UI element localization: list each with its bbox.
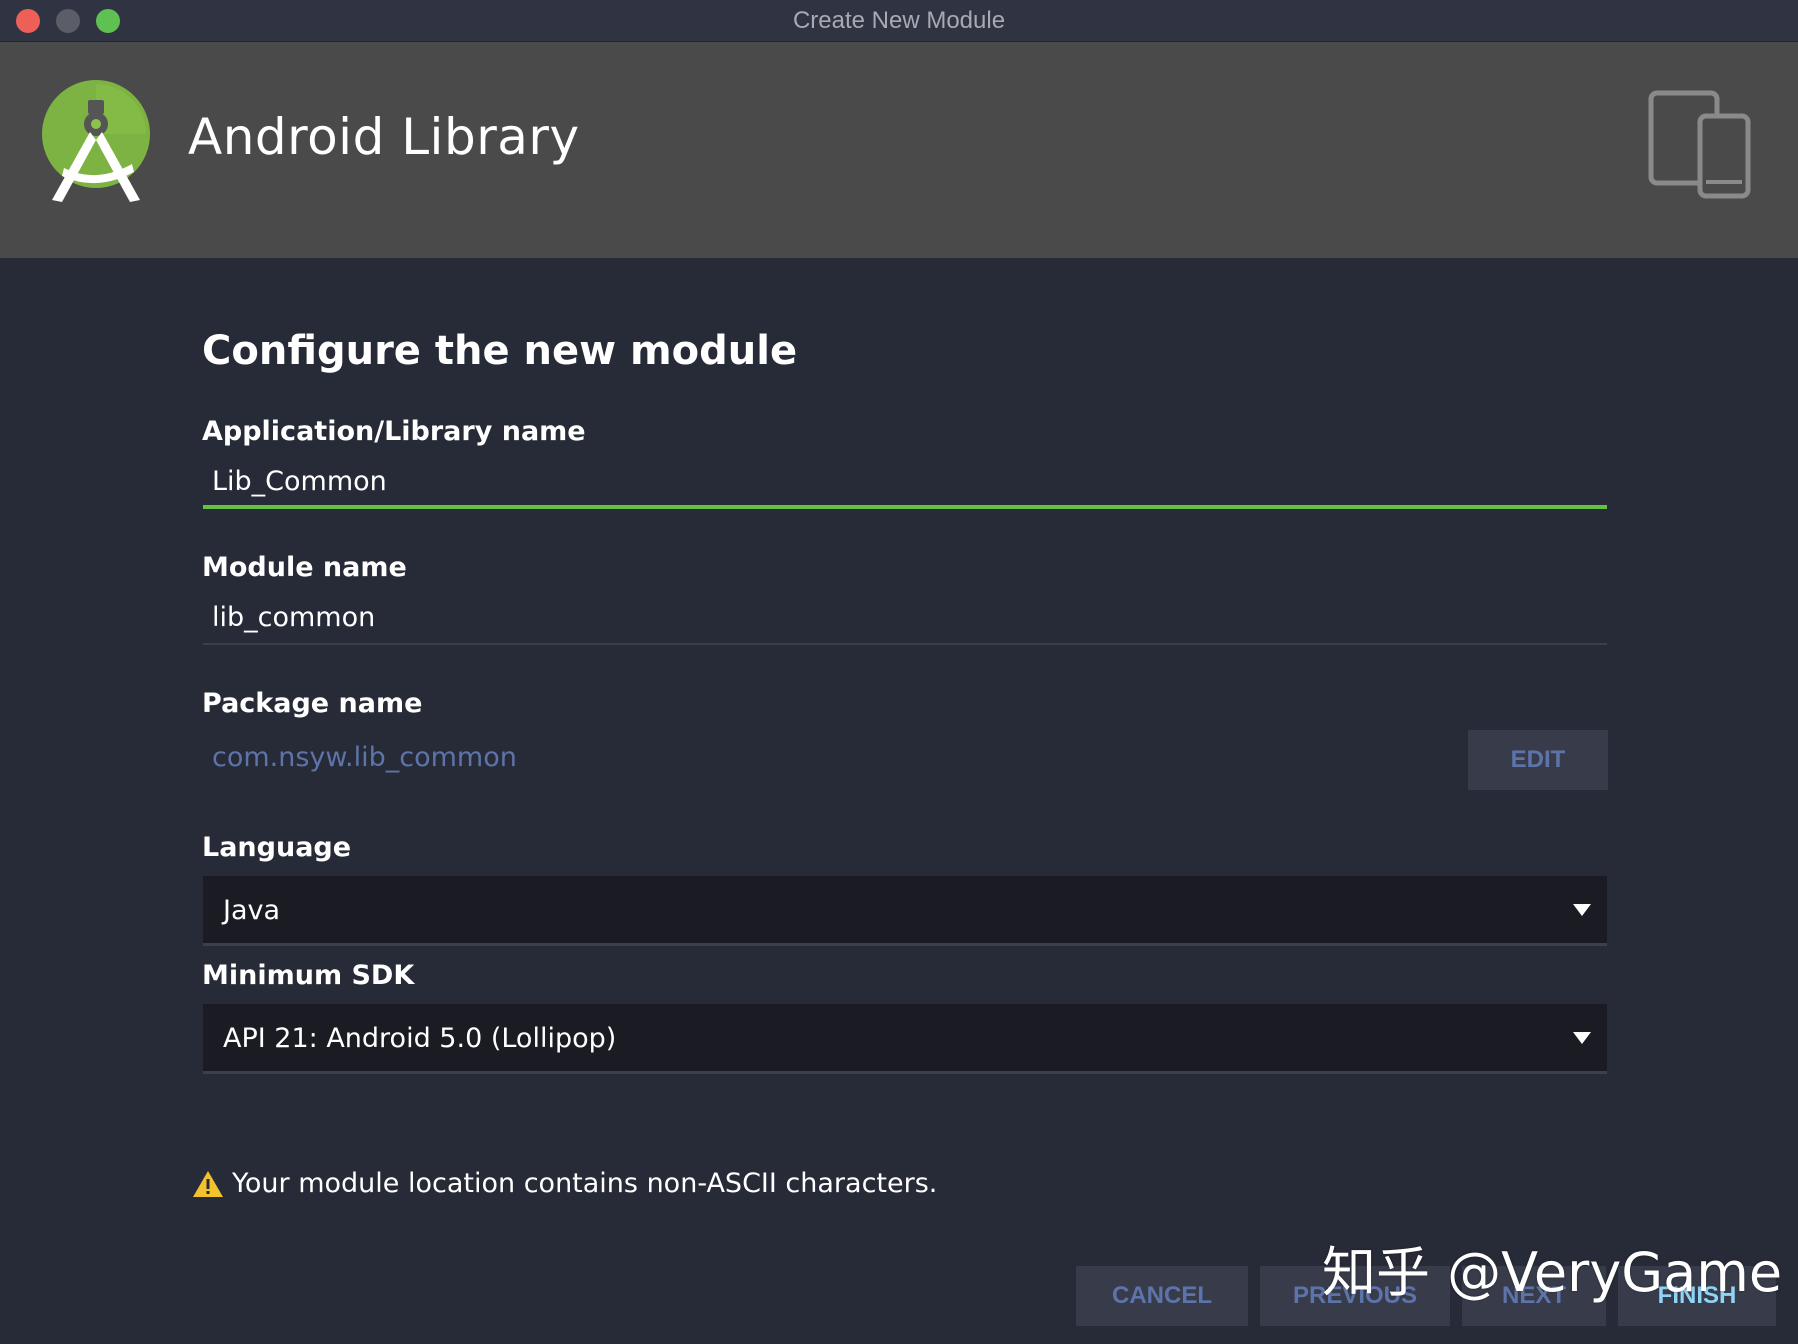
create-module-dialog: Create New Module Android Library Config… bbox=[0, 0, 1798, 1344]
app-name-input[interactable]: Lib_Common bbox=[212, 466, 387, 497]
chevron-down-icon bbox=[1573, 904, 1591, 916]
min-sdk-select[interactable]: API 21: Android 5.0 (Lollipop) bbox=[203, 1004, 1607, 1074]
header-title: Android Library bbox=[188, 108, 580, 166]
module-name-input[interactable]: lib_common bbox=[212, 602, 375, 633]
language-selected-value: Java bbox=[223, 895, 281, 926]
app-name-label: Application/Library name bbox=[202, 416, 586, 447]
module-name-label: Module name bbox=[202, 552, 407, 583]
package-name-value: com.nsyw.lib_common bbox=[212, 742, 517, 773]
language-label: Language bbox=[202, 832, 352, 863]
warning-text: Your module location contains non-ASCII … bbox=[232, 1168, 938, 1199]
edit-package-button[interactable]: EDIT bbox=[1468, 730, 1608, 790]
android-studio-logo-icon bbox=[42, 80, 150, 202]
cancel-button[interactable]: CANCEL bbox=[1076, 1266, 1248, 1326]
min-sdk-label: Minimum SDK bbox=[202, 960, 415, 991]
module-name-underline bbox=[203, 643, 1607, 645]
package-name-label: Package name bbox=[202, 688, 423, 719]
warning-triangle-icon bbox=[193, 1171, 223, 1197]
chevron-down-icon bbox=[1573, 1032, 1591, 1044]
app-name-focus-underline bbox=[203, 505, 1607, 509]
language-select[interactable]: Java bbox=[203, 876, 1607, 946]
title-bar: Create New Module bbox=[0, 0, 1798, 42]
phone-tablet-icon bbox=[1648, 90, 1751, 199]
min-sdk-selected-value: API 21: Android 5.0 (Lollipop) bbox=[223, 1023, 617, 1054]
dialog-header: Android Library bbox=[0, 42, 1798, 258]
watermark-text: 知乎 @VeryGame bbox=[1322, 1241, 1783, 1304]
window-title: Create New Module bbox=[792, 7, 1006, 34]
section-title: Configure the new module bbox=[202, 328, 798, 374]
